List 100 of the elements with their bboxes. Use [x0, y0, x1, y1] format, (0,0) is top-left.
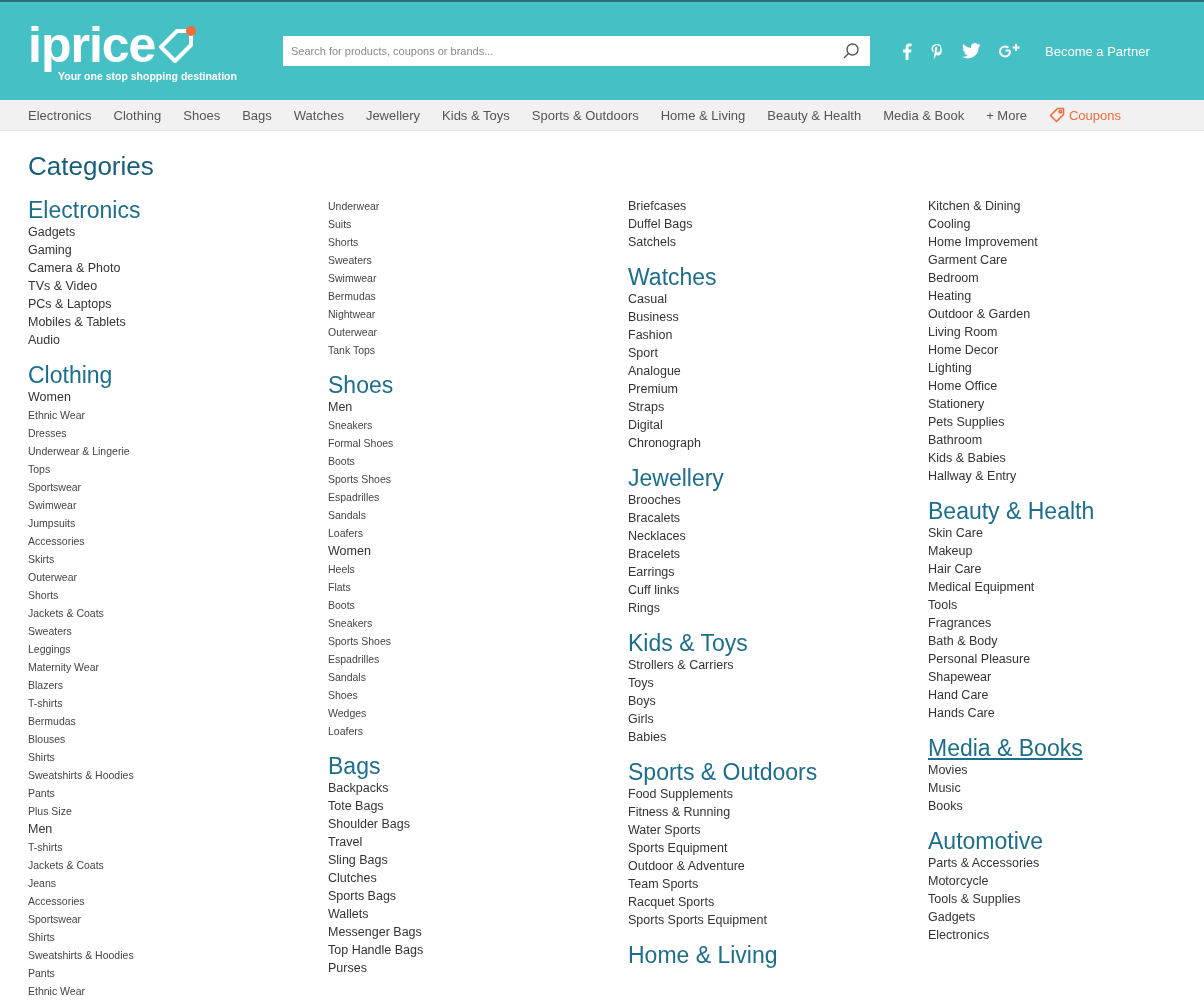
subcategory-link[interactable]: Shoes: [328, 686, 358, 704]
category-link[interactable]: Home Decor: [928, 341, 999, 359]
category-link[interactable]: Sports Sports Equipment: [628, 911, 767, 929]
category-link[interactable]: Food Supplements: [628, 785, 733, 803]
subcategory-link[interactable]: Sweatshirts & Hoodies: [28, 766, 134, 784]
subcategory-link[interactable]: Suits: [328, 215, 352, 233]
nav-link[interactable]: Kids & Toys: [442, 107, 510, 123]
subcategory-link[interactable]: Plus Size: [28, 802, 72, 820]
category-link[interactable]: Top Handle Bags: [328, 941, 424, 959]
category-link[interactable]: PCs & Laptops: [28, 295, 112, 313]
subcategory-link[interactable]: Pants: [28, 784, 55, 802]
category-link[interactable]: Movies: [928, 761, 968, 779]
category-link[interactable]: Gaming: [28, 241, 72, 259]
category-link[interactable]: Camera & Photo: [28, 259, 121, 277]
category-link[interactable]: Bathroom: [928, 431, 983, 449]
subcategory-link[interactable]: Jumpsuits: [28, 514, 76, 532]
category-link[interactable]: Satchels: [628, 233, 676, 251]
subcategory-link[interactable]: Sandals: [328, 668, 366, 686]
category-heading[interactable]: Kids & Toys: [628, 630, 748, 656]
category-link[interactable]: Sports Equipment: [628, 839, 728, 857]
category-link[interactable]: Music: [928, 779, 961, 797]
category-link[interactable]: Brooches: [628, 491, 681, 509]
category-link[interactable]: Cooling: [928, 215, 971, 233]
category-link[interactable]: Toys: [628, 674, 654, 692]
category-link[interactable]: Home Office: [928, 377, 998, 395]
subcategory-link[interactable]: Heels: [328, 560, 355, 578]
nav-link[interactable]: Bags: [242, 107, 272, 123]
category-link[interactable]: Fitness & Running: [628, 803, 731, 821]
category-link[interactable]: Bath & Body: [928, 632, 998, 650]
category-link[interactable]: Clutches: [328, 869, 377, 887]
category-link[interactable]: Men: [28, 820, 53, 838]
subcategory-link[interactable]: Nightwear: [328, 305, 376, 323]
category-link[interactable]: Electronics: [928, 926, 990, 944]
category-link[interactable]: Strollers & Carriers: [628, 656, 734, 674]
subcategory-link[interactable]: Sneakers: [328, 614, 373, 632]
category-link[interactable]: Parts & Accessories: [928, 854, 1040, 872]
subcategory-link[interactable]: Wedges: [328, 704, 367, 722]
category-link[interactable]: Bracalets: [628, 509, 681, 527]
category-link[interactable]: Hair Care: [928, 560, 982, 578]
category-link[interactable]: Girls: [628, 710, 654, 728]
category-heading[interactable]: Home & Living: [628, 942, 778, 968]
category-link[interactable]: Duffel Bags: [628, 215, 693, 233]
subcategory-link[interactable]: Outerwear: [28, 568, 78, 586]
subcategory-link[interactable]: Ethnic Wear: [28, 982, 85, 1000]
category-link[interactable]: Men: [328, 398, 353, 416]
subcategory-link[interactable]: Sweaters: [28, 622, 72, 640]
subcategory-link[interactable]: Blouses: [28, 730, 66, 748]
category-link[interactable]: Briefcases: [628, 197, 687, 215]
subcategory-link[interactable]: Outerwear: [328, 323, 378, 341]
category-link[interactable]: Books: [928, 797, 963, 815]
subcategory-link[interactable]: Ethnic Wear: [28, 406, 85, 424]
subcategory-link[interactable]: Skirts: [28, 550, 55, 568]
subcategory-link[interactable]: Shirts: [28, 748, 55, 766]
subcategory-link[interactable]: Sports Shoes: [328, 470, 392, 488]
subcategory-link[interactable]: Shirts: [28, 928, 55, 946]
category-link[interactable]: Kids & Babies: [928, 449, 1006, 467]
category-link[interactable]: Backpacks: [328, 779, 389, 797]
category-link[interactable]: Pets Supplies: [928, 413, 1005, 431]
subcategory-link[interactable]: Dresses: [28, 424, 67, 442]
category-link[interactable]: Motorcycle: [928, 872, 989, 890]
subcategory-link[interactable]: Underwear & Lingerie: [28, 442, 130, 460]
nav-link[interactable]: Watches: [293, 107, 344, 123]
subcategory-link[interactable]: Sports Shoes: [328, 632, 392, 650]
category-link[interactable]: Wallets: [328, 905, 369, 923]
category-link[interactable]: Hands Care: [928, 704, 995, 722]
category-link[interactable]: Kitchen & Dining: [928, 197, 1021, 215]
nav-link[interactable]: Clothing: [113, 107, 162, 123]
category-link[interactable]: Tools: [928, 596, 958, 614]
category-link[interactable]: Gadgets: [928, 908, 976, 926]
category-link[interactable]: Gadgets: [28, 223, 76, 241]
category-link[interactable]: Racquet Sports: [628, 893, 715, 911]
subcategory-link[interactable]: Sweatshirts & Hoodies: [28, 946, 134, 964]
category-heading[interactable]: Electronics: [28, 197, 141, 223]
category-link[interactable]: Babies: [628, 728, 667, 746]
category-heading[interactable]: Sports & Outdoors: [628, 759, 818, 785]
category-link[interactable]: Necklaces: [628, 527, 686, 545]
category-link[interactable]: Garment Care: [928, 251, 1008, 269]
nav-link[interactable]: Media & Book: [883, 107, 965, 123]
category-link[interactable]: Analogue: [628, 362, 681, 380]
category-link[interactable]: Messenger Bags: [328, 923, 422, 941]
subcategory-link[interactable]: T-shirts: [28, 694, 63, 712]
subcategory-link[interactable]: Jeans: [28, 874, 57, 892]
subcategory-link[interactable]: Flats: [328, 578, 351, 596]
category-link[interactable]: Boys: [628, 692, 656, 710]
category-link[interactable]: Shoulder Bags: [328, 815, 410, 833]
subcategory-link[interactable]: Swimwear: [28, 496, 77, 514]
category-link[interactable]: Home Improvement: [928, 233, 1038, 251]
subcategory-link[interactable]: Shorts: [328, 233, 359, 251]
category-link[interactable]: Straps: [628, 398, 665, 416]
subcategory-link[interactable]: Jackets & Coats: [28, 604, 104, 622]
category-link[interactable]: Makeup: [928, 542, 973, 560]
category-link[interactable]: Bracelets: [628, 545, 681, 563]
nav-link[interactable]: Shoes: [183, 107, 221, 123]
pinterest-icon[interactable]: [930, 42, 944, 60]
category-link[interactable]: Digital: [628, 416, 663, 434]
category-link[interactable]: Casual: [628, 290, 667, 308]
subcategory-link[interactable]: Espadrilles: [328, 488, 380, 506]
category-link[interactable]: Earrings: [628, 563, 675, 581]
category-link[interactable]: Chronograph: [628, 434, 701, 452]
category-link[interactable]: Bedroom: [928, 269, 979, 287]
